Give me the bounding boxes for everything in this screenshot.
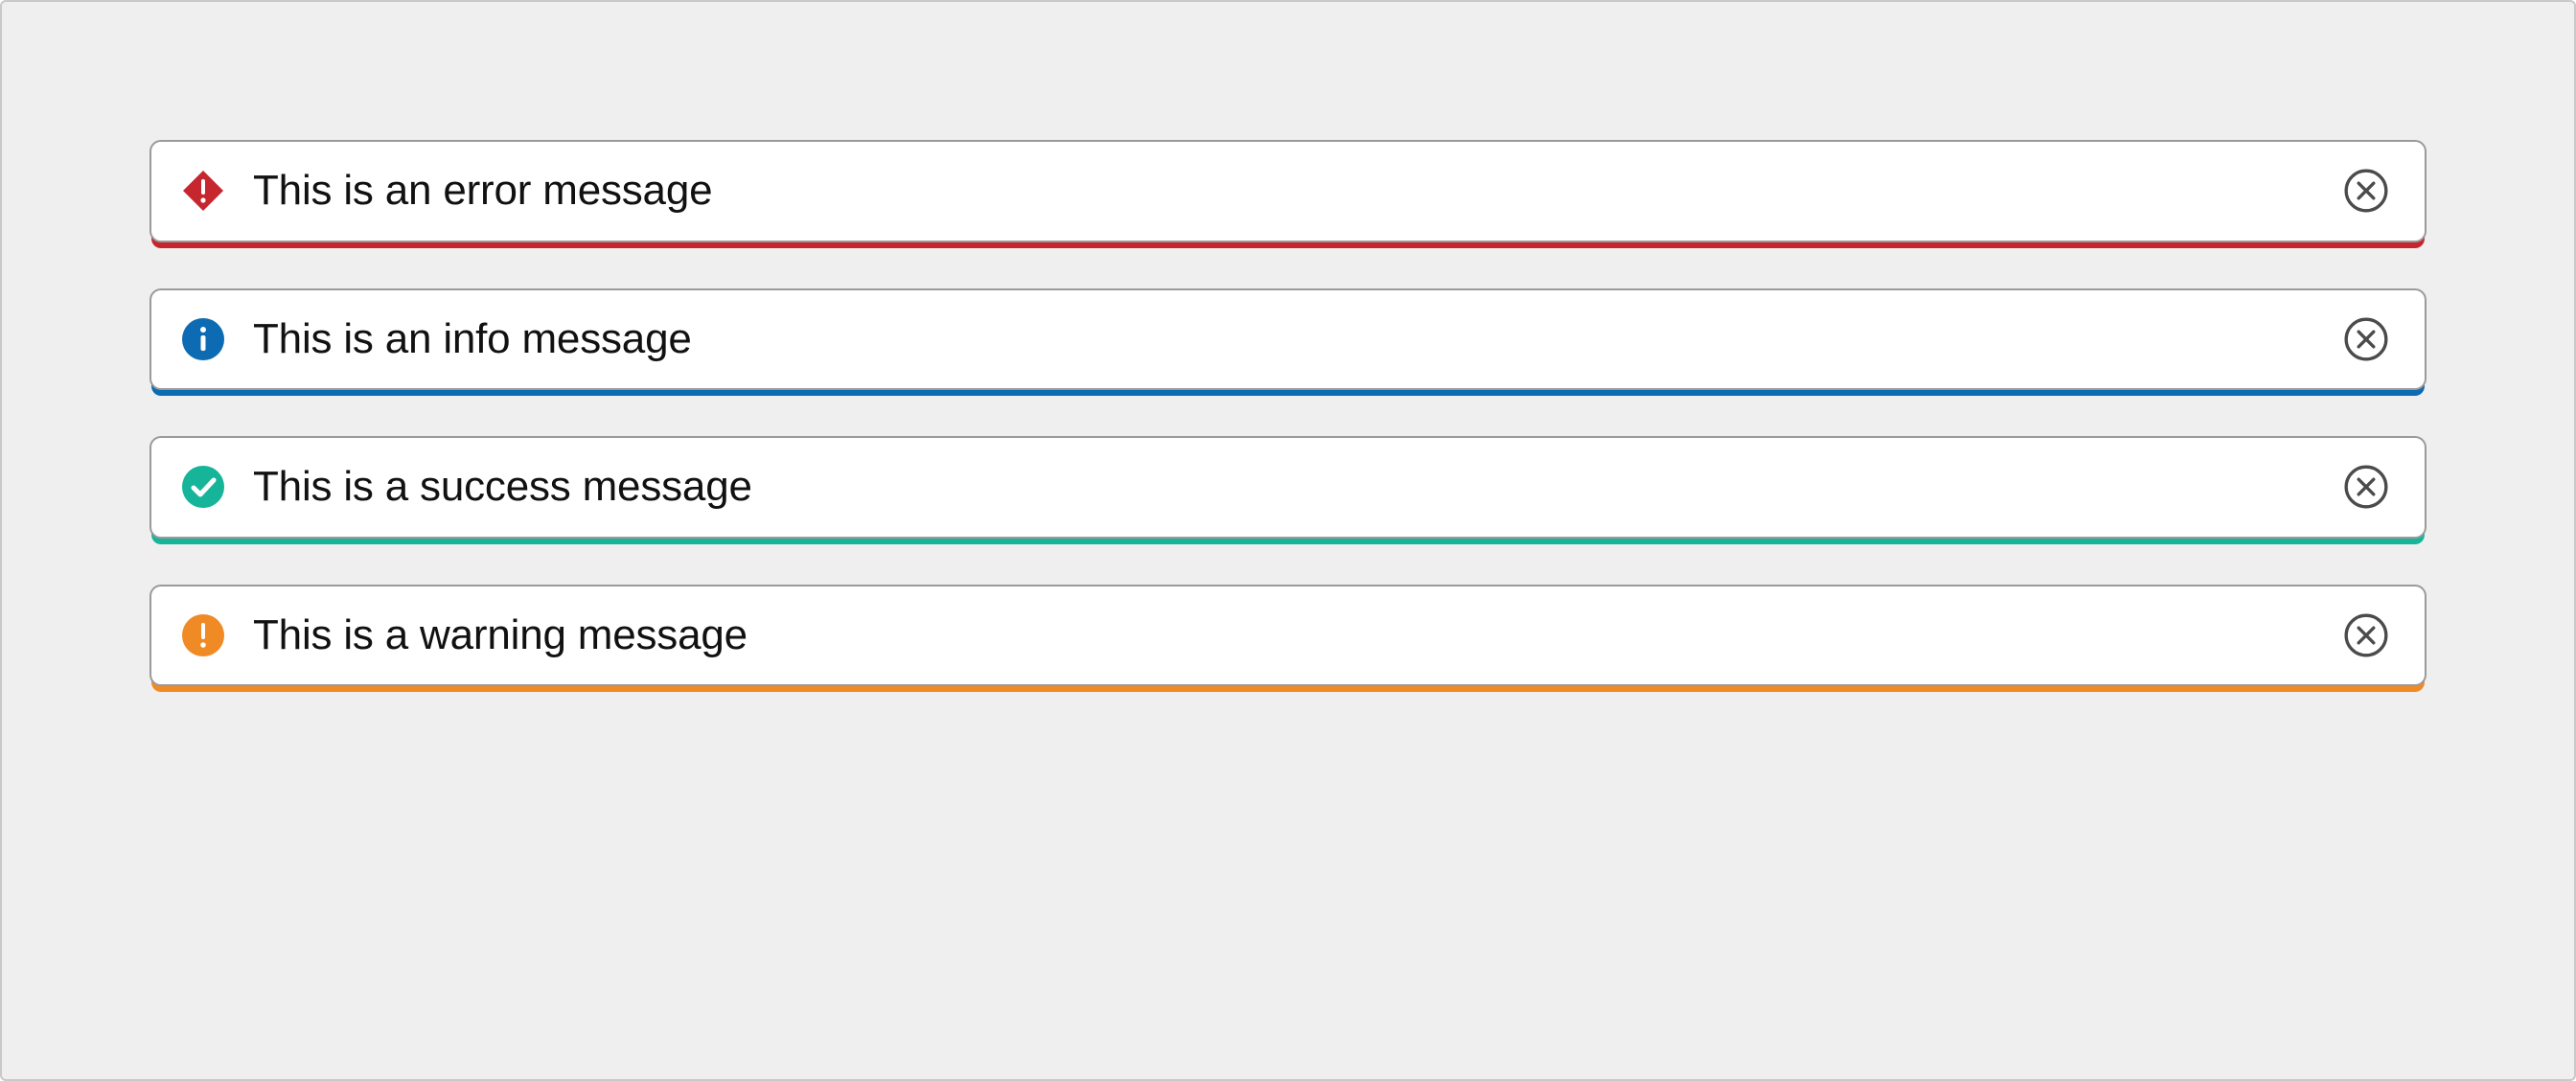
alert-text: This is a warning message <box>253 611 2342 660</box>
alert-text: This is an error message <box>253 167 2342 216</box>
alerts-container: This is an error message This is an info… <box>44 44 2532 744</box>
info-icon <box>180 316 226 362</box>
alert-text: This is an info message <box>253 315 2342 364</box>
alert-info: This is an info message <box>150 288 2426 391</box>
alert-text: This is a success message <box>253 463 2342 512</box>
page-canvas: This is an error message This is an info… <box>0 0 2576 1081</box>
alert-success: This is a success message <box>150 436 2426 539</box>
close-icon <box>2342 315 2390 363</box>
alert-error: This is an error message <box>150 140 2426 242</box>
close-icon <box>2342 463 2390 511</box>
close-icon <box>2342 167 2390 215</box>
success-icon <box>180 464 226 510</box>
close-button[interactable] <box>2342 167 2390 215</box>
warning-icon <box>180 612 226 658</box>
alert-warning: This is a warning message <box>150 585 2426 687</box>
close-button[interactable] <box>2342 463 2390 511</box>
error-icon <box>180 168 226 214</box>
close-button[interactable] <box>2342 315 2390 363</box>
close-icon <box>2342 611 2390 659</box>
close-button[interactable] <box>2342 611 2390 659</box>
